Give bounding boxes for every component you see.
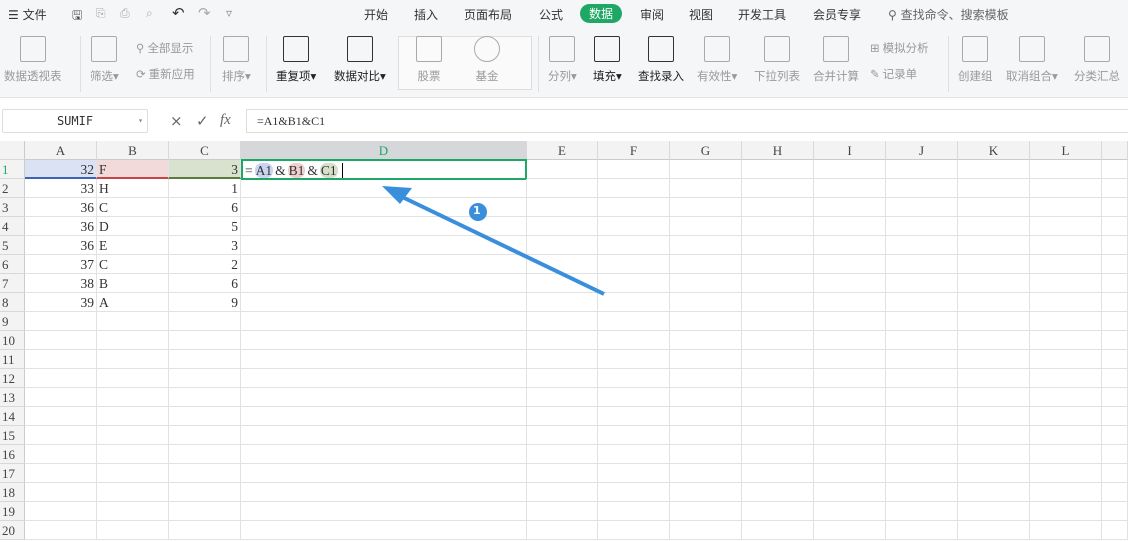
step-badge: 1 <box>473 204 481 217</box>
annotation-arrow <box>382 186 605 296</box>
